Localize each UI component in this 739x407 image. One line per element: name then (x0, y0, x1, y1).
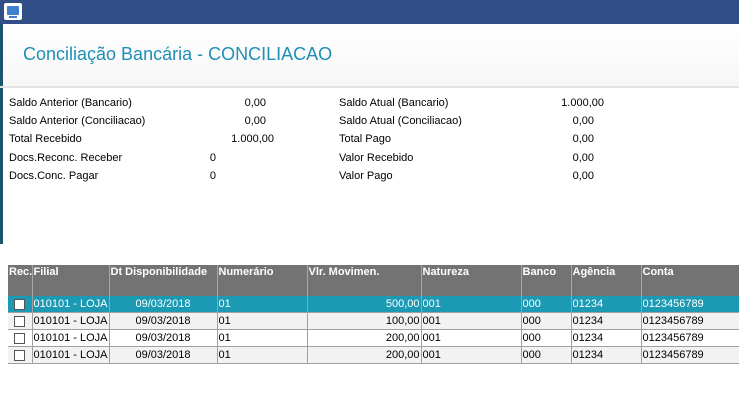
cell-natureza: 001 (421, 346, 522, 364)
cell-filial: 010101 - LOJA (32, 296, 110, 313)
cell-data: 09/03/2018 (109, 312, 218, 330)
label-saldo-anterior-bancario: Saldo Anterior (Bancario) (9, 97, 132, 109)
cell-conta: 0123456789 (641, 346, 739, 364)
label-valor-recebido: Valor Recebido (339, 152, 414, 164)
value-docs-reconc-receber: 0 (209, 152, 216, 164)
cell-banco: 000 (521, 296, 572, 313)
col-header-conta[interactable]: Conta (641, 265, 739, 296)
cell-numerario: 01 (217, 346, 308, 364)
cell-conta: 0123456789 (641, 296, 739, 313)
app-window-icon[interactable] (4, 3, 22, 20)
movements-grid: Rec. Filial Dt Disponibilidade Numerário… (8, 265, 739, 364)
cell-filial: 010101 - LOJA (32, 346, 110, 364)
col-header-rec[interactable]: Rec. (8, 265, 33, 296)
cell-natureza: 001 (421, 312, 522, 330)
value-valor-recebido: 0,00 (572, 152, 594, 164)
cell-natureza: 001 (421, 329, 522, 347)
table-row[interactable]: 010101 - LOJA 09/03/2018 01 200,00 001 0… (8, 346, 739, 364)
cell-numerario: 01 (217, 296, 308, 313)
cell-valor: 100,00 (307, 312, 422, 330)
cell-banco: 000 (521, 329, 572, 347)
cell-valor: 200,00 (307, 346, 422, 364)
cell-conta: 0123456789 (641, 312, 739, 330)
title-divider (0, 86, 739, 88)
rec-cell[interactable] (8, 312, 33, 330)
value-saldo-anterior-bancario: 0,00 (244, 97, 266, 109)
cell-filial: 010101 - LOJA (32, 312, 110, 330)
rec-cell[interactable] (8, 296, 33, 313)
value-saldo-atual-conciliacao: 0,00 (572, 115, 594, 127)
cell-banco: 000 (521, 346, 572, 364)
table-row[interactable]: 010101 - LOJA 09/03/2018 01 100,00 001 0… (8, 312, 739, 330)
value-total-pago: 0,00 (572, 133, 594, 145)
cell-valor: 500,00 (307, 296, 422, 313)
cell-agencia: 01234 (571, 346, 642, 364)
rec-checkbox[interactable] (14, 298, 26, 310)
cell-numerario: 01 (217, 312, 308, 330)
col-header-dt-disponibilidade[interactable]: Dt Disponibilidade (109, 265, 218, 296)
cell-agencia: 01234 (571, 312, 642, 330)
cell-data: 09/03/2018 (109, 329, 218, 347)
cell-natureza: 001 (421, 296, 522, 313)
cell-data: 09/03/2018 (109, 346, 218, 364)
label-total-pago: Total Pago (339, 133, 391, 145)
table-row[interactable]: 010101 - LOJA 09/03/2018 01 500,00 001 0… (8, 296, 739, 313)
cell-banco: 000 (521, 312, 572, 330)
cell-agencia: 01234 (571, 296, 642, 313)
col-header-agencia[interactable]: Agência (571, 265, 642, 296)
rec-checkbox[interactable] (14, 349, 26, 361)
cell-data: 09/03/2018 (109, 296, 218, 313)
cell-valor: 200,00 (307, 329, 422, 347)
label-saldo-atual-bancario: Saldo Atual (Bancario) (339, 97, 449, 109)
rec-cell[interactable] (8, 329, 33, 347)
value-valor-pago: 0,00 (572, 170, 594, 182)
cell-conta: 0123456789 (641, 329, 739, 347)
top-bar (0, 0, 739, 24)
rec-cell[interactable] (8, 346, 33, 364)
col-header-numerario[interactable]: Numerário (217, 265, 308, 296)
label-docs-conc-pagar: Docs.Conc. Pagar (9, 170, 99, 182)
col-header-banco[interactable]: Banco (521, 265, 572, 296)
cell-agencia: 01234 (571, 329, 642, 347)
value-saldo-anterior-conciliacao: 0,00 (244, 115, 266, 127)
rec-checkbox[interactable] (14, 332, 26, 344)
col-header-natureza[interactable]: Natureza (421, 265, 522, 296)
cell-filial: 010101 - LOJA (32, 329, 110, 347)
label-docs-reconc-receber: Docs.Reconc. Receber (9, 152, 123, 164)
label-saldo-anterior-conciliacao: Saldo Anterior (Conciliacao) (9, 115, 146, 127)
value-saldo-atual-bancario: 1.000,00 (561, 97, 604, 109)
rec-checkbox[interactable] (14, 315, 26, 327)
col-header-filial[interactable]: Filial (32, 265, 110, 296)
label-valor-pago: Valor Pago (339, 170, 393, 182)
grid-header-row: Rec. Filial Dt Disponibilidade Numerário… (8, 265, 739, 296)
value-docs-conc-pagar: 0 (209, 170, 216, 182)
page-title: Conciliação Bancária - CONCILIACAO (23, 44, 333, 64)
table-row[interactable]: 010101 - LOJA 09/03/2018 01 200,00 001 0… (8, 329, 739, 347)
cell-numerario: 01 (217, 329, 308, 347)
value-total-recebido: 1.000,00 (231, 133, 274, 145)
label-saldo-atual-conciliacao: Saldo Atual (Conciliacao) (339, 115, 462, 127)
label-total-recebido: Total Recebido (9, 133, 82, 145)
col-header-vlr-movimen[interactable]: Vlr. Movimen. (307, 265, 422, 296)
